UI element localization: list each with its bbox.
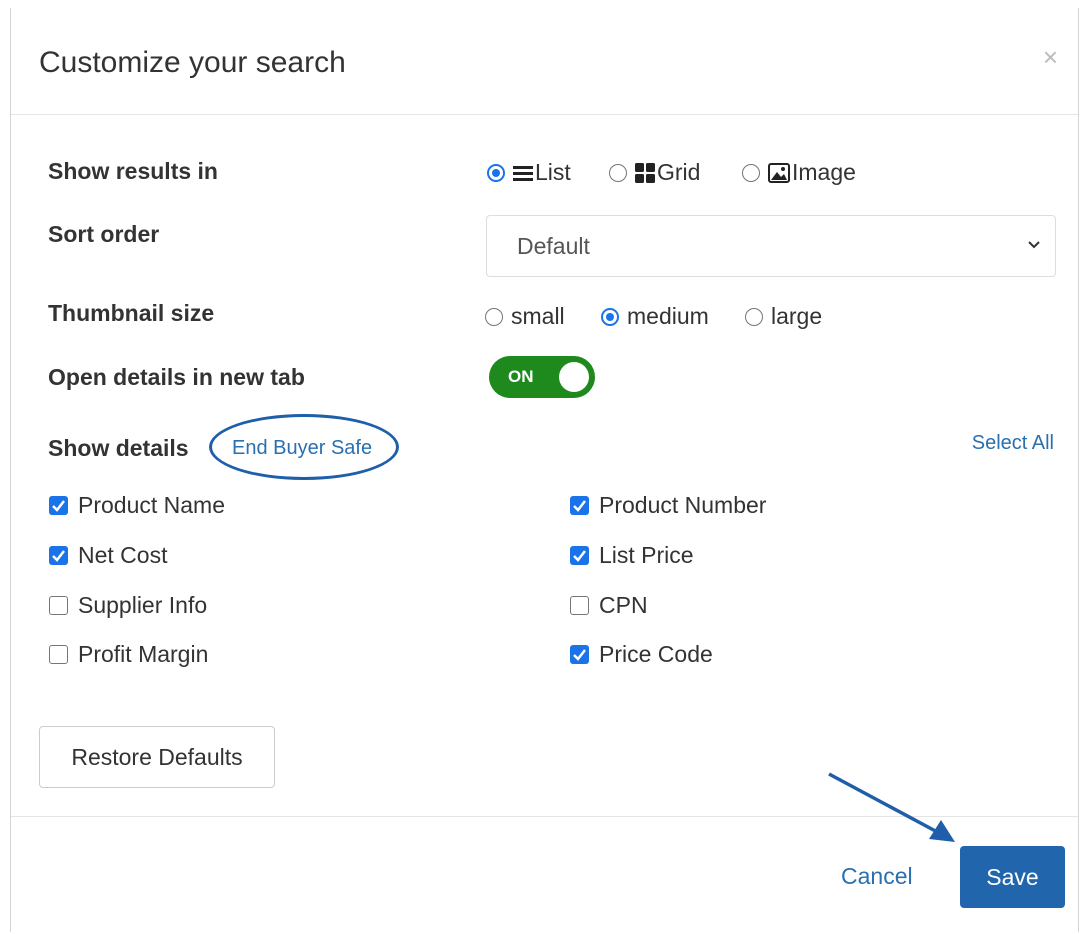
results-image-radio[interactable] [742,163,760,182]
checkbox-unchecked[interactable] [570,596,589,615]
annotation-arrow-icon [828,772,955,842]
sort-order-select[interactable]: Default [486,215,1056,277]
thumbnail-size-label: Thumbnail size [48,300,215,326]
checkbox-unchecked[interactable] [49,645,68,664]
thumbnail-option-small[interactable]: small [485,303,565,330]
checkbox-checked[interactable] [49,546,68,565]
detail-label: Profit Margin [78,641,209,667]
thumbnail-large-radio[interactable] [745,307,763,326]
cancel-button[interactable]: Cancel [841,863,913,890]
thumbnail-medium-radio[interactable] [601,307,619,326]
sort-order-label: Sort order [48,221,160,247]
detail-label: List Price [599,542,694,568]
results-list-label: List [535,159,571,185]
detail-cpn[interactable]: CPN [570,592,648,619]
results-option-grid[interactable]: Grid [609,159,700,186]
results-option-list[interactable]: List [487,159,571,186]
checkbox-checked[interactable] [570,496,589,515]
results-grid-radio[interactable] [609,163,627,182]
sort-order-value: Default [517,233,590,259]
results-grid-label: Grid [657,159,701,185]
detail-label: Price Code [599,641,713,667]
results-image-label: Image [792,159,856,185]
show-details-label: Show details [48,435,189,461]
thumbnail-option-medium[interactable]: medium [601,303,709,330]
detail-price-code[interactable]: Price Code [570,641,713,668]
end-buyer-safe-annotation: End Buyer Safe [209,414,399,480]
checkbox-checked[interactable] [49,496,68,515]
detail-product-name[interactable]: Product Name [49,492,225,519]
save-button[interactable]: Save [960,846,1065,908]
select-all-link[interactable]: Select All [972,432,1054,455]
detail-profit-margin[interactable]: Profit Margin [49,641,208,668]
thumbnail-small-label: small [511,303,565,329]
results-option-image[interactable]: Image [742,159,856,186]
checkbox-checked[interactable] [570,546,589,565]
chevron-down-icon [1028,241,1040,249]
thumbnail-small-radio[interactable] [485,307,503,326]
close-icon[interactable]: × [1043,44,1058,70]
detail-list-price[interactable]: List Price [570,542,694,569]
detail-product-number[interactable]: Product Number [570,492,766,519]
restore-defaults-button[interactable]: Restore Defaults [39,726,275,788]
detail-label: Product Name [78,492,226,518]
show-results-label: Show results in [48,158,218,184]
thumbnail-large-label: large [771,303,823,329]
toggle-state-label: ON [508,367,534,386]
dialog-header: Customize your search × [11,8,1078,115]
detail-label: Supplier Info [78,592,208,618]
detail-label: CPN [599,592,648,618]
end-buyer-safe-link[interactable]: End Buyer Safe [232,437,372,460]
dialog-title: Customize your search [39,46,346,79]
open-details-toggle[interactable]: ON [489,356,595,398]
detail-label: Product Number [599,492,767,518]
results-list-radio[interactable] [487,163,505,182]
checkbox-checked[interactable] [570,645,589,664]
open-details-label: Open details in new tab [48,364,305,390]
thumbnail-option-large[interactable]: large [745,303,822,330]
grid-icon [635,162,655,183]
image-icon [768,162,790,183]
toggle-knob [559,362,589,392]
thumbnail-medium-label: medium [627,303,709,329]
customize-search-dialog: Customize your search × Show results in … [10,8,1079,932]
detail-supplier-info[interactable]: Supplier Info [49,592,207,619]
detail-net-cost[interactable]: Net Cost [49,542,167,569]
detail-label: Net Cost [78,542,168,568]
checkbox-unchecked[interactable] [49,596,68,615]
list-icon [513,165,533,181]
footer-divider [11,816,1078,817]
